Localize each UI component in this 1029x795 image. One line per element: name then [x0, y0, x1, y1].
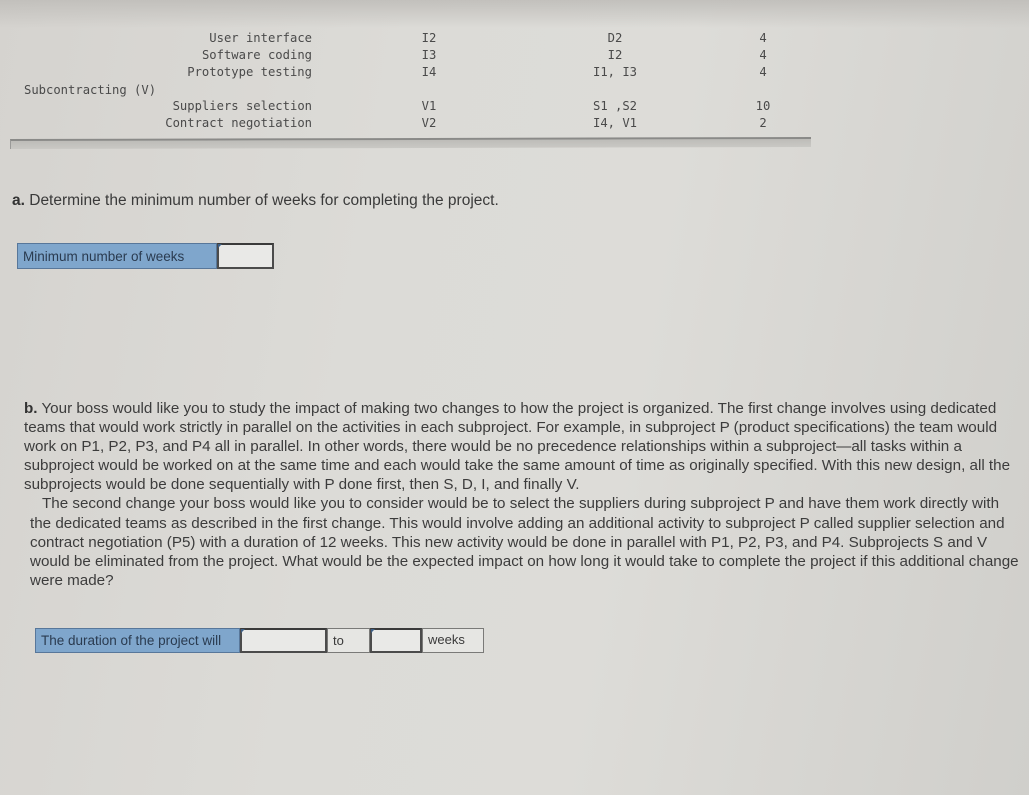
activity-id: I3 [421, 48, 437, 62]
top-shadow [0, 0, 1029, 28]
table-row: Suppliers selection V1 S1 ,S2 10 [0, 98, 1029, 115]
activity-description: Contract negotiation [165, 116, 312, 130]
weeks-unit-label: weeks [422, 628, 484, 653]
activity-id: V2 [421, 116, 437, 130]
activity-predecessors: D2 [607, 31, 623, 45]
table-row: Prototype testing I4 I1, I3 4 [0, 64, 1029, 81]
part-b-question: b. Your boss would like you to study the… [24, 399, 1020, 590]
duration-change-input[interactable] [240, 628, 327, 653]
table-row: User interface I2 D2 4 [0, 30, 1029, 47]
activity-time: 4 [759, 31, 767, 45]
part-a-letter: a. [12, 192, 25, 209]
minimum-weeks-label: Minimum number of weeks [17, 243, 217, 269]
activity-predecessors: I1, I3 [592, 65, 638, 79]
activity-time: 2 [759, 116, 767, 130]
project-duration-label: The duration of the project will [35, 628, 240, 653]
part-b-paragraph-1: b. Your boss would like you to study the… [24, 399, 1020, 494]
table-bottom-rule [10, 136, 811, 150]
table-row: Contract negotiation V2 I4, V1 2 [0, 115, 1029, 132]
subproject-heading: Subcontracting (V) [24, 83, 157, 97]
part-a-question: a. Determine the minimum number of weeks… [12, 192, 499, 210]
table-group-row: Subcontracting (V) [0, 82, 1029, 99]
part-b-letter: b. [24, 400, 38, 417]
activity-time: 4 [759, 65, 767, 79]
minimum-weeks-field-wrap [217, 243, 274, 269]
duration-to-field-wrap [370, 628, 422, 653]
table-row: Software coding I3 I2 4 [0, 47, 1029, 64]
activity-predecessors: I4, V1 [592, 116, 638, 130]
activity-id: I2 [421, 31, 437, 45]
activity-time: 10 [755, 99, 771, 113]
part-a-question-text: Determine the minimum number of weeks fo… [24, 192, 499, 209]
activity-predecessors: S1 ,S2 [592, 99, 638, 113]
minimum-weeks-input[interactable] [217, 243, 274, 269]
to-connector-label: to [327, 628, 370, 653]
activity-predecessors: I2 [607, 48, 623, 62]
duration-from-field-wrap [240, 628, 327, 653]
activity-id: I4 [421, 65, 437, 79]
activity-time: 4 [759, 48, 767, 62]
part-b-paragraph-1-text: Your boss would like you to study the im… [24, 400, 1011, 494]
activity-id: V1 [421, 99, 437, 113]
part-b-answer-row: The duration of the project will to week… [35, 628, 484, 653]
duration-weeks-input[interactable] [370, 628, 422, 653]
part-b-paragraph-2: The second change your boss would like y… [30, 495, 1019, 589]
part-a-answer-row: Minimum number of weeks [17, 243, 274, 269]
activity-description: Suppliers selection [172, 99, 312, 113]
activity-description: User interface [209, 31, 312, 45]
activity-description: Software coding [201, 48, 312, 62]
activity-description: Prototype testing [187, 65, 312, 79]
